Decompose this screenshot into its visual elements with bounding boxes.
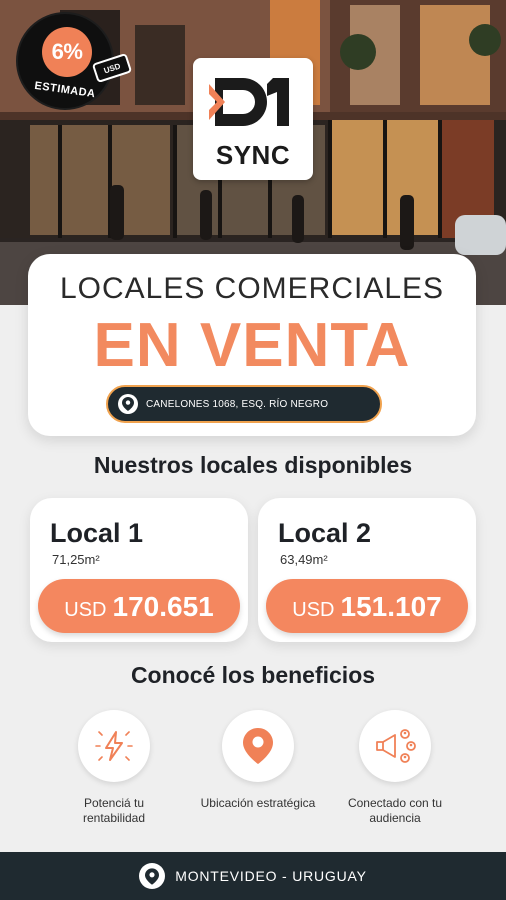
price-pill[interactable]: USD 170.651 [38, 579, 240, 633]
location-pin-icon [222, 710, 294, 782]
megaphone-icon [359, 710, 431, 782]
benefit-label: Conectado con tu audiencia [347, 796, 443, 825]
local-area: 63,49m² [280, 552, 328, 567]
local-area: 71,25m² [52, 552, 100, 567]
locales-heading: Nuestros locales disponibles [93, 452, 413, 478]
benefit-label: Ubicación estratégica [200, 796, 316, 810]
headline-card: LOCALES COMERCIALES EN VENTA CANELONES 1… [28, 254, 476, 436]
price-pill[interactable]: USD 151.107 [266, 579, 468, 633]
price-currency: USD [292, 599, 335, 621]
location-pin-icon [118, 394, 138, 414]
brand-name: SYNC [215, 140, 291, 170]
address-pill[interactable]: CANELONES 1068, ESQ. RÍO NEGRO [106, 385, 382, 423]
yield-percent: 6% [42, 27, 92, 77]
price-currency: USD [64, 599, 107, 621]
headline-main: EN VENTA [93, 311, 411, 380]
d1-logo-icon [209, 78, 289, 126]
footer-location: MONTEVIDEO - URUGUAY [175, 868, 367, 884]
footer-bar: MONTEVIDEO - URUGUAY [0, 852, 506, 900]
benefit-label: Potenciá tu rentabilidad [82, 796, 146, 825]
local-name: Local 2 [278, 518, 372, 548]
price-value: 151.107 [340, 591, 442, 622]
location-pin-icon [139, 863, 166, 889]
benefit-ubicacion: Ubicación estratégica [188, 710, 328, 811]
brand-logo: SYNC [193, 58, 313, 180]
benefit-audiencia: Conectado con tu audiencia [325, 710, 465, 826]
price-value: 170.651 [112, 591, 214, 622]
headline-top: LOCALES COMERCIALES [59, 272, 445, 305]
benefits-heading: Conocé los beneficios [130, 662, 376, 688]
benefit-rentabilidad: Potenciá tu rentabilidad [44, 710, 184, 826]
local-card-2[interactable]: Local 2 63,49m² USD 151.107 [258, 498, 476, 642]
local-name: Local 1 [50, 518, 144, 548]
address-text: CANELONES 1068, ESQ. RÍO NEGRO [146, 398, 329, 410]
local-card-1[interactable]: Local 1 71,25m² USD 170.651 [30, 498, 248, 642]
estimated-yield-badge: 6% ESTIMADA USD [16, 12, 133, 110]
lightning-icon [78, 710, 150, 782]
